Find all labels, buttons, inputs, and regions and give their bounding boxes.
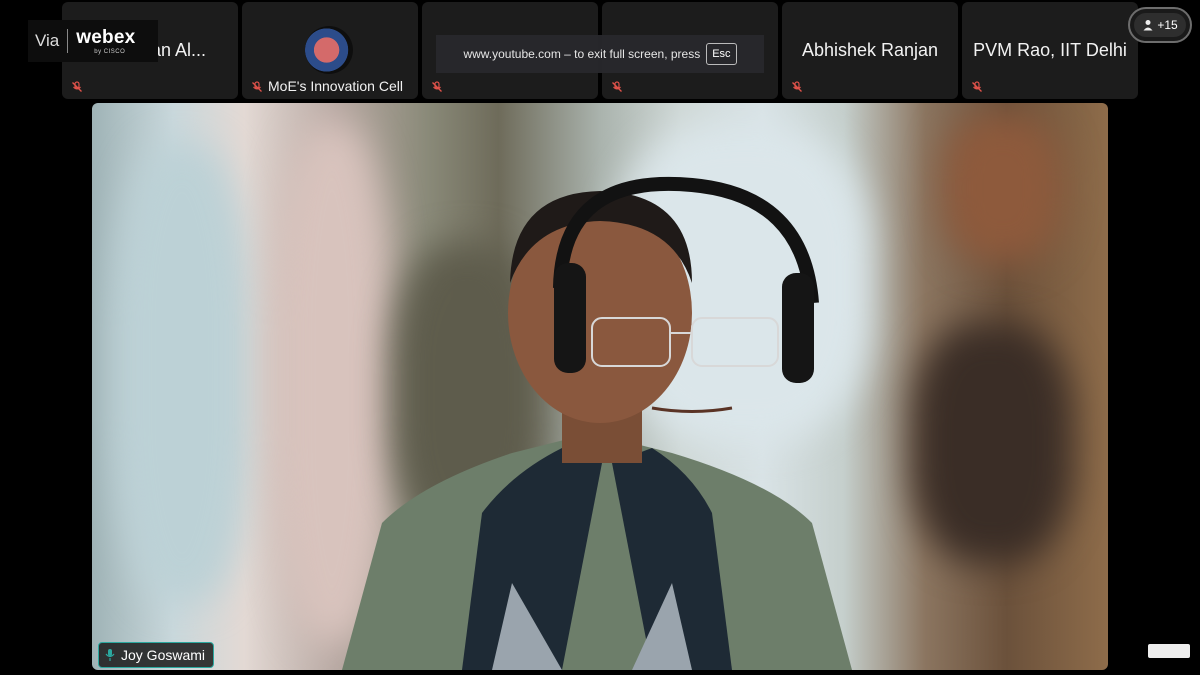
participant-name: MoE's Innovation Cell xyxy=(268,78,403,94)
participant-tile-5[interactable]: Abhishek Ranjan xyxy=(782,2,958,99)
participant-tile-2[interactable]: MoE's Innovation Cell xyxy=(242,2,418,99)
main-speaker-video xyxy=(92,103,1108,670)
brain-avatar xyxy=(305,26,353,74)
brand-wordmark: webex by CISCO xyxy=(76,28,135,55)
mic-muted-icon xyxy=(72,81,82,92)
participants-button[interactable]: +15 xyxy=(1128,7,1192,43)
brand-name: webex xyxy=(76,26,136,48)
participant-name: PVM Rao, IIT Delhi xyxy=(973,40,1127,60)
participants-count: +15 xyxy=(1157,18,1178,32)
mic-muted-icon xyxy=(432,81,442,92)
active-speaker-tag: Joy Goswami xyxy=(98,642,215,668)
brand-divider xyxy=(67,29,69,53)
brand-by: by CISCO xyxy=(94,48,126,55)
speaker-name: Joy Goswami xyxy=(121,647,206,663)
person-icon xyxy=(1143,20,1153,31)
innovation-cell-logo xyxy=(1148,644,1190,658)
webex-logo: Via webex by CISCO xyxy=(28,20,158,62)
participant-tile-6[interactable]: PVM Rao, IIT Delhi xyxy=(962,2,1138,99)
mic-active-icon xyxy=(105,649,115,661)
speaker-figure xyxy=(342,176,852,670)
mic-muted-icon xyxy=(252,81,262,92)
participant-name: Abhishek Ranjan xyxy=(801,40,939,60)
mic-muted-icon xyxy=(792,81,802,92)
mic-muted-icon xyxy=(972,81,982,92)
fullscreen-notice: www.youtube.com – to exit full screen, p… xyxy=(436,35,764,73)
esc-key-hint: Esc xyxy=(706,43,737,65)
brand-via: Via xyxy=(35,31,60,50)
mic-muted-icon xyxy=(612,81,622,92)
fullscreen-notice-text: www.youtube.com – to exit full screen, p… xyxy=(463,47,701,61)
